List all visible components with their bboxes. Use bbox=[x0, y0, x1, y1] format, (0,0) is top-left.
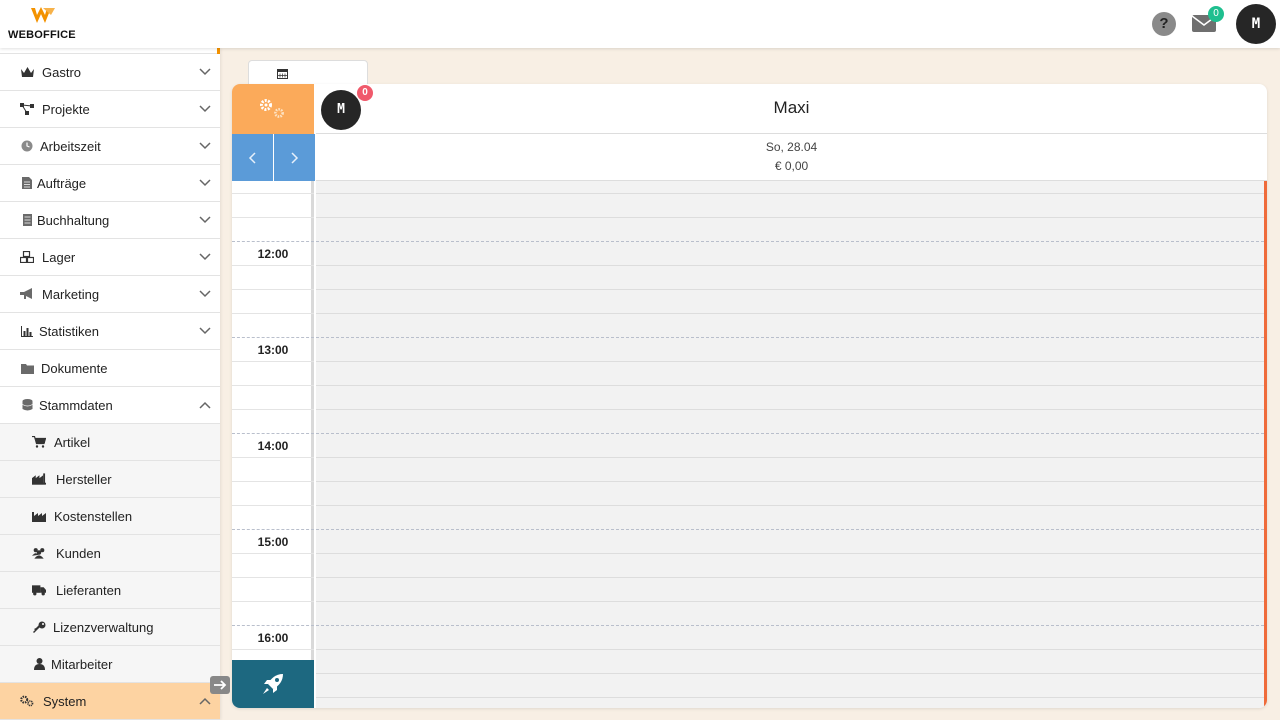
time-label: 13:00 bbox=[257, 343, 289, 357]
sidebar-subitem-artikel[interactable]: Artikel bbox=[0, 424, 220, 461]
sidebar-item-projekte[interactable]: Projekte bbox=[0, 91, 220, 128]
mail-count-badge: 0 bbox=[1208, 6, 1224, 22]
calendar-icon bbox=[277, 69, 288, 79]
logo-mark-icon bbox=[31, 7, 55, 23]
logo-text: WEBOFFICE bbox=[8, 29, 76, 41]
sidebar-subitem-mitarbeiter[interactable]: Mitarbeiter bbox=[0, 646, 220, 683]
sidebar-item-gastro[interactable]: Gastro bbox=[0, 54, 220, 91]
resource-header: Maxi M 0 bbox=[316, 84, 1267, 134]
calendar-settings-button[interactable] bbox=[232, 84, 314, 134]
sidebar-item-label: Gastro bbox=[42, 65, 82, 80]
rocket-icon bbox=[263, 674, 283, 694]
sidebar-toggle-button[interactable] bbox=[210, 676, 230, 694]
chevron-down-icon bbox=[199, 142, 211, 150]
sidebar-item-marketing[interactable]: Marketing bbox=[0, 276, 220, 313]
folder-icon bbox=[20, 362, 34, 374]
current-time-indicator bbox=[1264, 181, 1267, 708]
sidebar-item-label: Kostenstellen bbox=[54, 509, 133, 524]
network-icon bbox=[20, 103, 34, 115]
chevron-down-icon bbox=[199, 253, 211, 261]
sidebar-item-label: Hersteller bbox=[56, 472, 112, 487]
sidebar-item-label: Marketing bbox=[42, 287, 100, 302]
sidebar-item-label: Buchhaltung bbox=[37, 213, 110, 228]
prev-day-button[interactable] bbox=[232, 134, 273, 181]
truck-icon bbox=[32, 584, 46, 596]
boxes-icon bbox=[20, 251, 34, 263]
day-date: So, 28.04 bbox=[765, 140, 818, 154]
factory-icon bbox=[32, 473, 46, 485]
user-avatar[interactable]: M bbox=[1236, 4, 1276, 44]
user-icon bbox=[32, 658, 46, 670]
arrow-right-icon bbox=[214, 680, 227, 690]
sidebar-subitem-hersteller[interactable]: Hersteller bbox=[0, 461, 220, 498]
sidebar-item-dokumente[interactable]: Dokumente bbox=[0, 350, 220, 387]
chevron-right-icon bbox=[291, 152, 299, 164]
chevron-down-icon bbox=[199, 68, 211, 76]
chevron-down-icon bbox=[199, 179, 211, 187]
sidebar-item-label: Lager bbox=[42, 250, 76, 265]
cogs-icon bbox=[20, 695, 34, 707]
clock-icon bbox=[20, 140, 34, 152]
chevron-left-icon bbox=[248, 152, 256, 164]
sidebar-item-buchhaltung[interactable]: Buchhaltung bbox=[0, 202, 220, 239]
bar-chart-icon bbox=[20, 325, 34, 337]
weboffice-logo[interactable]: WEBOFFICE bbox=[8, 6, 88, 42]
sidebar-item-auftraege[interactable]: Aufträge bbox=[0, 165, 220, 202]
sidebar-item-label: Kunden bbox=[56, 546, 101, 561]
industry-icon bbox=[32, 510, 46, 522]
chevron-down-icon bbox=[199, 105, 211, 113]
sidebar-subitem-kunden[interactable]: Kunden bbox=[0, 535, 220, 572]
top-bar: WEBOFFICE ? 0 M bbox=[0, 0, 1280, 48]
sidebar-item-label: Mitarbeiter bbox=[51, 657, 113, 672]
sidebar-item-label: Projekte bbox=[42, 102, 90, 117]
sidebar-item-label: Dokumente bbox=[41, 361, 108, 376]
time-label: 14:00 bbox=[257, 439, 289, 453]
document-icon bbox=[20, 177, 34, 189]
time-label: 15:00 bbox=[257, 535, 289, 549]
key-icon bbox=[32, 621, 46, 633]
sidebar-item-label: Lieferanten bbox=[56, 583, 122, 598]
sidebar-item-statistiken[interactable]: Statistiken bbox=[0, 313, 220, 350]
sidebar-item-lager[interactable]: Lager bbox=[0, 239, 220, 276]
day-header[interactable]: So, 28.04 € 0,00 bbox=[316, 134, 1267, 181]
chevron-down-icon bbox=[199, 216, 211, 224]
day-time-grid[interactable] bbox=[316, 181, 1264, 708]
sidebar-item-system[interactable]: System bbox=[0, 683, 220, 720]
sidebar-item-label: Lizenzverwaltung bbox=[53, 620, 154, 635]
time-label: 16:00 bbox=[257, 631, 289, 645]
sidebar: Gastro Projekte Arbeitszeit Aufträge Buc… bbox=[0, 48, 220, 720]
time-column: 12:00 13:00 14:00 15:00 16:00 bbox=[232, 181, 314, 708]
crown-icon bbox=[20, 66, 34, 78]
help-button[interactable]: ? bbox=[1152, 12, 1176, 36]
time-label: 12:00 bbox=[257, 247, 289, 261]
sidebar-item-label: Statistiken bbox=[39, 324, 99, 339]
users-icon bbox=[32, 547, 46, 559]
sidebar-subitem-lieferanten[interactable]: Lieferanten bbox=[0, 572, 220, 609]
cart-icon bbox=[32, 436, 46, 448]
quick-action-button[interactable] bbox=[232, 660, 314, 708]
database-icon bbox=[20, 399, 34, 411]
chevron-up-icon bbox=[199, 401, 211, 409]
ledger-icon bbox=[20, 214, 34, 226]
resource-name: Maxi bbox=[773, 98, 810, 117]
sidebar-item-label: Stammdaten bbox=[39, 398, 113, 413]
sidebar-item-stammdaten[interactable]: Stammdaten bbox=[0, 387, 220, 424]
sidebar-item-label: Artikel bbox=[54, 435, 91, 450]
sidebar-item-label: System bbox=[43, 694, 87, 709]
resource-count-badge: 0 bbox=[357, 85, 373, 101]
day-sum: € 0,00 bbox=[774, 159, 809, 173]
sidebar-subitem-kostenstellen[interactable]: Kostenstellen bbox=[0, 498, 220, 535]
megaphone-icon bbox=[20, 288, 34, 300]
chevron-down-icon bbox=[199, 290, 211, 298]
sidebar-item-label: Arbeitszeit bbox=[40, 139, 101, 154]
chevron-up-icon bbox=[199, 697, 211, 705]
resource-avatar[interactable]: M bbox=[321, 90, 361, 130]
chevron-down-icon bbox=[199, 327, 211, 335]
sidebar-item-label: Aufträge bbox=[37, 176, 87, 191]
cogs-icon bbox=[260, 99, 284, 118]
next-day-button[interactable] bbox=[274, 134, 315, 181]
sidebar-subitem-lizenzverwaltung[interactable]: Lizenzverwaltung bbox=[0, 609, 220, 646]
calendar-panel: Maxi M 0 So, 28.04 € 0,00 12:00 13:00 14… bbox=[232, 84, 1267, 708]
sidebar-item-arbeitszeit[interactable]: Arbeitszeit bbox=[0, 128, 220, 165]
